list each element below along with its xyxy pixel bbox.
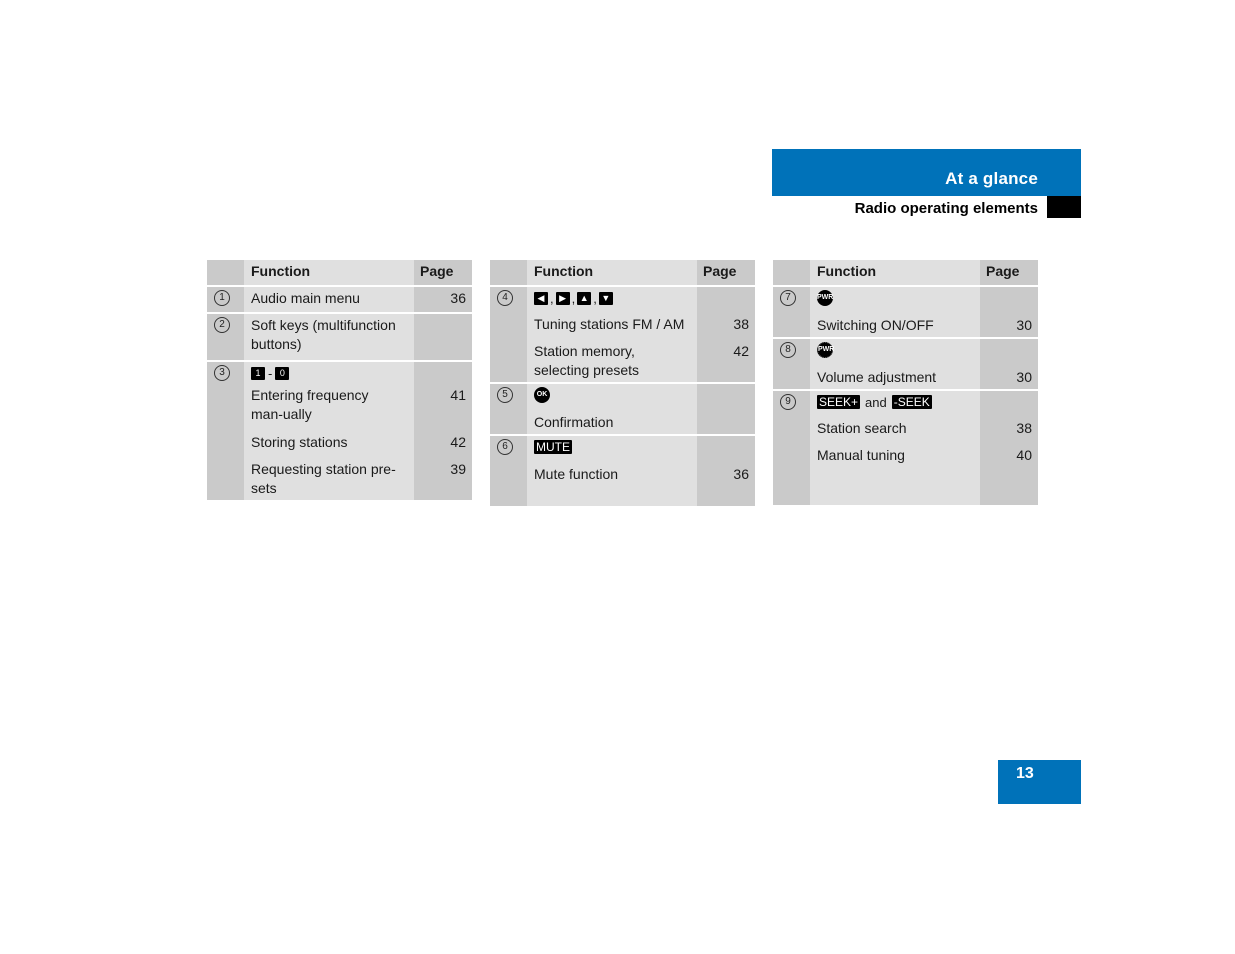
key-symbols: 1 - 0: [244, 362, 414, 384]
volume-knob-icon: PWR: [817, 342, 834, 358]
subsection-title: Radio operating elements: [854, 200, 1038, 217]
operating-elements-table-3: Function Page 7 PWR Switching ON/OFF 30 8…: [773, 260, 1038, 505]
up-arrow-key-icon: ▲: [577, 291, 592, 305]
page-column-header: Page: [414, 260, 472, 285]
operating-elements-table-2: Function Page 4 ◀, ▶, ▲, ▼ Tuning statio…: [490, 260, 755, 506]
right-arrow-key-icon: ▶: [555, 291, 570, 305]
function-text: Soft keys (multifunction buttons): [244, 314, 414, 356]
page-ref[interactable]: 42: [697, 340, 755, 382]
seek-up-button-icon: SEEK+: [817, 395, 861, 409]
function-text: Requesting station pre-sets: [244, 458, 409, 500]
page-ref[interactable]: 36: [414, 287, 472, 310]
function-text: Tuning stations FM / AM: [527, 313, 697, 336]
page-ref[interactable]: 36: [697, 463, 755, 486]
ok-button-icon: OK: [534, 387, 550, 403]
item-number: 2: [214, 317, 230, 333]
page-ref[interactable]: 30: [980, 314, 1038, 337]
page-ref[interactable]: 40: [980, 444, 1038, 467]
page-ref[interactable]: 30: [980, 366, 1038, 389]
page-ref: [414, 314, 472, 356]
operating-elements-table-1: Function Page 1 Audio main menu 36 2 Soft…: [207, 260, 472, 500]
table-header: Function Page: [207, 260, 472, 287]
function-text: Entering frequency man-ually: [244, 384, 409, 426]
left-arrow-key-icon: ◀: [534, 291, 548, 305]
key-1-icon: 1: [251, 366, 265, 380]
function-text: Audio main menu: [244, 287, 414, 310]
page-number: 13: [1016, 765, 1034, 782]
table-row: 4 ◀, ▶, ▲, ▼ Tuning stations FM / AM 38 S…: [490, 287, 755, 384]
function-column-header: Function: [244, 260, 414, 285]
item-number: 3: [214, 365, 230, 381]
power-knob-icon: PWR: [817, 290, 833, 306]
table-row: 5 OK Confirmation: [490, 384, 755, 436]
page-ref[interactable]: 38: [697, 313, 755, 336]
section-marker-block: [1047, 196, 1081, 218]
table-row: 6 MUTE Mute function 36: [490, 436, 755, 506]
item-number: 4: [497, 290, 513, 306]
function-text: Manual tuning: [810, 444, 980, 467]
page-column-header: Page: [697, 260, 755, 285]
function-column-header: Function: [527, 260, 697, 285]
key-0-icon: 0: [275, 366, 290, 380]
page-ref[interactable]: 39: [414, 458, 472, 500]
item-number: 7: [780, 290, 796, 306]
key-symbols: ◀, ▶, ▲, ▼: [527, 287, 697, 309]
function-text: Switching ON/OFF: [810, 314, 980, 337]
item-number: 9: [780, 394, 796, 410]
section-header: At a glance: [772, 149, 1081, 196]
function-text: Station memory, selecting presets: [527, 340, 667, 382]
section-title: At a glance: [945, 169, 1038, 188]
table-row: 1 Audio main menu 36: [207, 287, 472, 314]
item-number: 6: [497, 439, 513, 455]
function-text: Storing stations: [244, 431, 414, 454]
item-number: 5: [497, 387, 513, 403]
table-row: 8 PWR Volume adjustment 30: [773, 339, 1038, 391]
function-text: Volume adjustment: [810, 366, 980, 389]
table-row: 7 PWR Switching ON/OFF 30: [773, 287, 1038, 339]
function-text: Confirmation: [527, 411, 697, 434]
page-ref[interactable]: 42: [414, 431, 472, 454]
page-ref[interactable]: 38: [980, 417, 1038, 440]
page-ref[interactable]: 41: [414, 384, 472, 426]
function-column-header: Function: [810, 260, 980, 285]
page-number-box: 13: [998, 760, 1081, 804]
key-symbols: SEEK+ and -SEEK: [817, 394, 932, 410]
function-text: Mute function: [527, 463, 697, 486]
table-row: 9 SEEK+ and -SEEK Station search 38 Manua…: [773, 391, 1038, 505]
table-header: Function Page: [773, 260, 1038, 287]
down-arrow-key-icon: ▼: [598, 291, 613, 305]
table-row: 3 1 - 0 Entering frequency man-ually 41 S…: [207, 362, 472, 500]
page-column-header: Page: [980, 260, 1038, 285]
function-text: Station search: [810, 417, 980, 440]
item-number: 8: [780, 342, 796, 358]
subsection-header: Radio operating elements: [772, 196, 1081, 218]
seek-down-button-icon: -SEEK: [891, 395, 932, 409]
page-ref: [697, 411, 755, 434]
mute-button-icon: MUTE: [534, 440, 572, 454]
table-row: 2 Soft keys (multifunction buttons): [207, 314, 472, 362]
item-number: 1: [214, 290, 230, 306]
table-header: Function Page: [490, 260, 755, 287]
